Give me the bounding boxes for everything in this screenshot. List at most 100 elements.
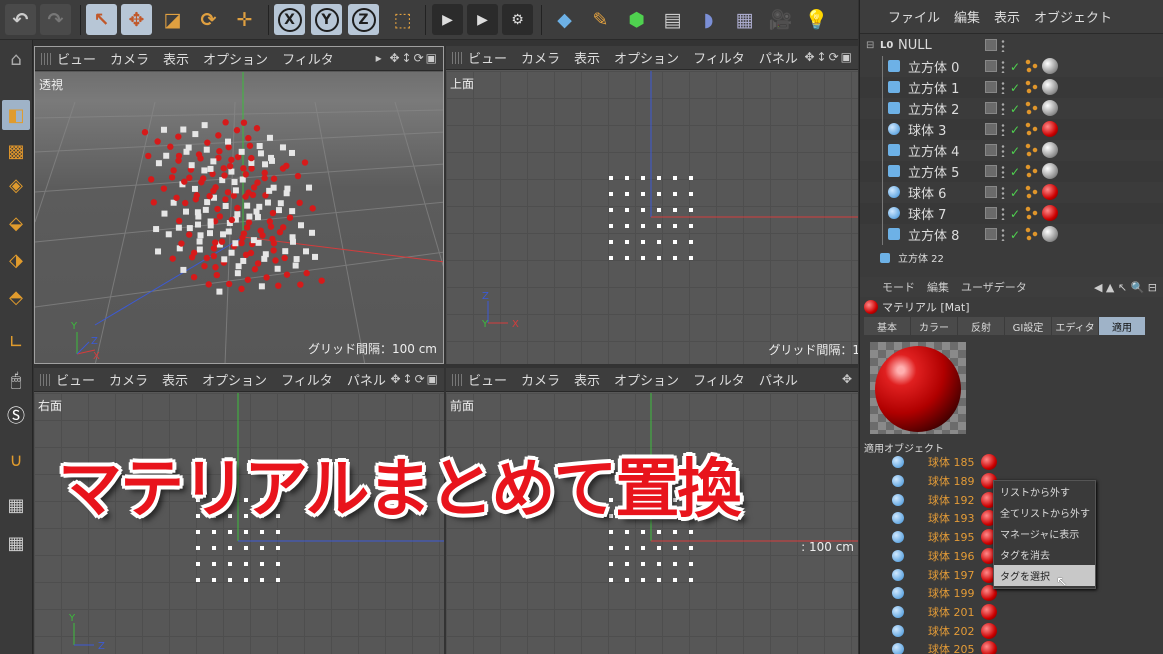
- material-tag-icon[interactable]: [1042, 205, 1058, 221]
- viewport-navigation-icons[interactable]: ✥↕⟳▣: [804, 50, 854, 64]
- top-viewport[interactable]: ビュー カメラ 表示 オプション フィルタ パネル ✥↕⟳▣ Z Y X 上面 …: [446, 46, 858, 364]
- tab-gi[interactable]: GI設定: [1005, 317, 1051, 335]
- axis-x-lock-button[interactable]: X: [274, 4, 305, 35]
- planar-workplane-icon[interactable]: ▦: [2, 528, 30, 558]
- material-tag-icon[interactable]: [1042, 163, 1058, 179]
- tab-editor[interactable]: エディタ: [1052, 317, 1098, 335]
- enabled-check-icon[interactable]: ✓: [1010, 165, 1020, 179]
- menu-view[interactable]: ビュー: [57, 49, 96, 68]
- object-row[interactable]: 球体 6 ✓: [860, 182, 1163, 203]
- pen-spline-icon[interactable]: ✎: [585, 4, 616, 35]
- object-row[interactable]: 球体 7 ✓: [860, 203, 1163, 224]
- undo-icon[interactable]: ↶: [5, 4, 36, 35]
- material-tag-icon[interactable]: [981, 641, 997, 654]
- tag-icon[interactable]: [1025, 227, 1039, 241]
- menu-camera[interactable]: カメラ: [109, 370, 148, 389]
- material-tag-icon[interactable]: [1042, 79, 1058, 95]
- menu-display[interactable]: 表示: [162, 370, 188, 389]
- collapse-toggle-icon[interactable]: ⊟: [866, 40, 874, 51]
- menu-options[interactable]: オプション: [202, 370, 267, 389]
- visibility-dots[interactable]: [1001, 207, 1005, 220]
- material-preview[interactable]: [870, 342, 966, 434]
- menu-edit[interactable]: 編集: [927, 279, 949, 295]
- enabled-check-icon[interactable]: ✓: [1010, 102, 1020, 116]
- viewport-navigation-icons[interactable]: ▸ ✥↕⟳▣: [376, 51, 439, 65]
- menu-options[interactable]: オプション: [614, 48, 679, 67]
- material-tag-icon[interactable]: [1042, 100, 1058, 116]
- menu-panel[interactable]: パネル: [759, 48, 798, 67]
- redo-icon[interactable]: ↷: [40, 4, 71, 35]
- menu-view[interactable]: ビュー: [468, 48, 507, 67]
- material-tag-icon[interactable]: [981, 622, 997, 639]
- applied-object-row[interactable]: 球体 205: [860, 640, 1163, 654]
- menu-filter[interactable]: フィルタ: [693, 370, 745, 389]
- viewport-navigation-icons[interactable]: ✥: [842, 372, 854, 386]
- layer-box[interactable]: [985, 165, 997, 177]
- material-tag-icon[interactable]: [1042, 184, 1058, 200]
- magnet-icon[interactable]: ∪: [2, 445, 30, 475]
- coordinate-system-icon[interactable]: ⬚: [387, 4, 418, 35]
- top-canvas[interactable]: Z Y X 上面 グリッド間隔：1: [446, 71, 858, 364]
- enabled-check-icon[interactable]: ✓: [1010, 186, 1020, 200]
- object-row[interactable]: 球体 3 ✓: [860, 119, 1163, 140]
- visibility-dots[interactable]: [1001, 186, 1005, 199]
- layer-box[interactable]: [985, 228, 997, 240]
- scale-tool-icon[interactable]: ◪: [157, 4, 188, 35]
- tab-basic[interactable]: 基本: [864, 317, 910, 335]
- nav-arrows-icon[interactable]: ◀ ▲ ↖ 🔍 ⊟: [1094, 281, 1157, 294]
- rotate-tool-icon[interactable]: ⟳: [193, 4, 224, 35]
- material-tag-icon[interactable]: [981, 603, 997, 620]
- object-row[interactable]: 立方体 2 ✓: [860, 98, 1163, 119]
- menu-view[interactable]: 表示: [994, 7, 1020, 26]
- layer-box[interactable]: [985, 144, 997, 156]
- select-arrow-icon[interactable]: ↖: [86, 4, 117, 35]
- enabled-check-icon[interactable]: ✓: [1010, 207, 1020, 221]
- menu-view[interactable]: ビュー: [468, 370, 507, 389]
- tag-icon[interactable]: [1025, 143, 1039, 157]
- menu-panel[interactable]: パネル: [347, 370, 386, 389]
- points-mode-icon[interactable]: ⬙: [2, 208, 30, 238]
- menu-filter[interactable]: フィルタ: [693, 48, 745, 67]
- live-select-icon[interactable]: ✛: [229, 4, 260, 35]
- workplane-mode-icon[interactable]: ◈: [2, 170, 30, 200]
- material-tag-icon[interactable]: [1042, 226, 1058, 242]
- object-row-partial[interactable]: 立方体 22: [860, 247, 1163, 268]
- menu-filter[interactable]: フィルタ: [282, 49, 334, 68]
- layer-box[interactable]: [985, 102, 997, 114]
- visibility-dots[interactable]: [1001, 165, 1005, 178]
- menu-filter[interactable]: フィルタ: [281, 370, 333, 389]
- menu-item-select-tags[interactable]: タグを選択: [994, 565, 1095, 586]
- object-row[interactable]: 立方体 1 ✓: [860, 77, 1163, 98]
- menu-view[interactable]: ビュー: [56, 370, 95, 389]
- applied-object-row[interactable]: 球体 185: [860, 453, 1163, 472]
- tab-color[interactable]: カラー: [911, 317, 957, 335]
- model-mode-icon[interactable]: ◧: [2, 100, 30, 130]
- material-tag-icon[interactable]: [1042, 142, 1058, 158]
- floor-scene-icon[interactable]: ▦: [729, 4, 760, 35]
- snap-icon[interactable]: Ⓢ: [2, 400, 30, 430]
- subdivision-surface-icon[interactable]: ⬢: [621, 4, 652, 35]
- camera-icon[interactable]: 🎥: [765, 4, 796, 35]
- menu-item-show-in-manager[interactable]: マネージャに表示: [994, 523, 1095, 544]
- tab-assign[interactable]: 適用: [1099, 317, 1145, 335]
- enabled-check-icon[interactable]: ✓: [1010, 60, 1020, 74]
- texture-mode-icon[interactable]: ▩: [2, 136, 30, 166]
- visibility-dots[interactable]: [1001, 60, 1005, 73]
- visibility-dots[interactable]: [1001, 102, 1005, 115]
- viewport-navigation-icons[interactable]: ✥↕⟳▣: [390, 372, 440, 386]
- applied-object-row[interactable]: 球体 202: [860, 621, 1163, 640]
- layer-box[interactable]: [985, 60, 997, 72]
- polygons-mode-icon[interactable]: ⬘: [2, 282, 30, 312]
- enabled-check-icon[interactable]: ✓: [1010, 81, 1020, 95]
- visibility-dots[interactable]: [1001, 39, 1005, 52]
- material-tag-icon[interactable]: [981, 454, 997, 471]
- move-tool-icon[interactable]: ✥: [121, 4, 152, 35]
- edges-mode-icon[interactable]: ⬗: [2, 245, 30, 275]
- deformer-bend-icon[interactable]: ◗: [693, 4, 724, 35]
- enabled-check-icon[interactable]: ✓: [1010, 228, 1020, 242]
- menu-display[interactable]: 表示: [163, 49, 189, 68]
- tag-icon[interactable]: [1025, 101, 1039, 115]
- object-row[interactable]: 立方体 0 ✓: [860, 56, 1163, 77]
- applied-object-row[interactable]: 球体 201: [860, 603, 1163, 622]
- menu-camera[interactable]: カメラ: [521, 48, 560, 67]
